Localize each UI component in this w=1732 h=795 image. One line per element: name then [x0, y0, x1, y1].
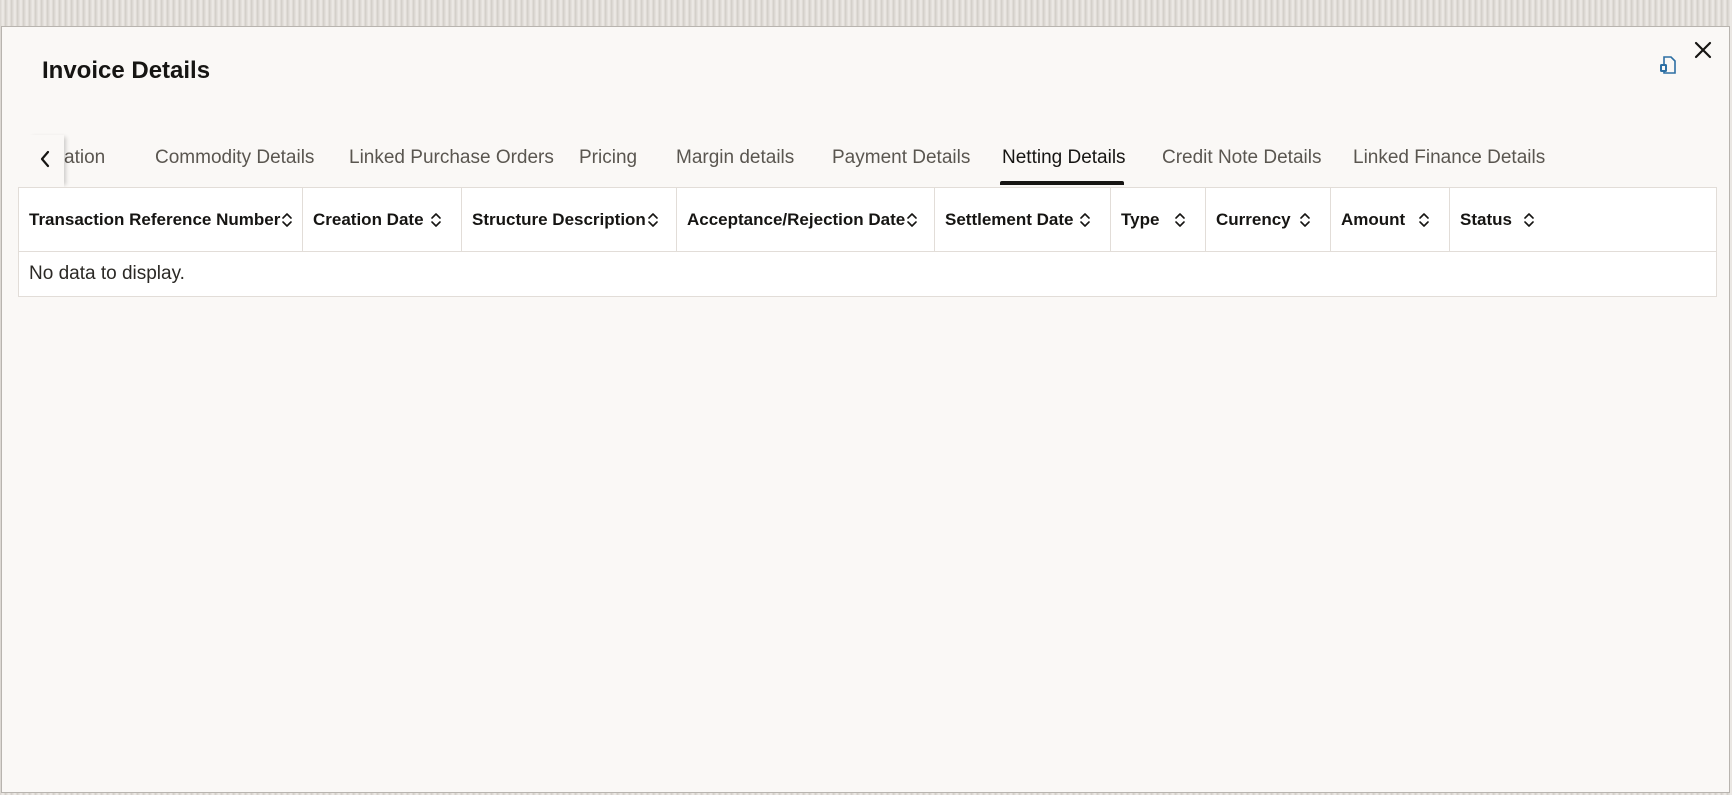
column-header-transaction-reference-number[interactable]: Transaction Reference Number	[19, 188, 303, 251]
tab-pricing[interactable]: Pricing	[579, 147, 637, 169]
column-header-status[interactable]: Status	[1450, 188, 1554, 251]
tab-credit-note-details[interactable]: Credit Note Details	[1162, 147, 1321, 169]
sort-icon[interactable]	[646, 211, 660, 229]
sort-icon[interactable]	[1298, 211, 1312, 229]
sort-icon[interactable]	[905, 211, 919, 229]
column-header-acceptance-rejection-date[interactable]: Acceptance/Rejection Date	[677, 188, 935, 251]
column-header-settlement-date[interactable]: Settlement Date	[935, 188, 1111, 251]
tabs-scroll-left-button[interactable]	[26, 135, 64, 187]
netting-details-table: Transaction Reference Number Creation Da…	[18, 187, 1717, 297]
sort-icon[interactable]	[1417, 211, 1431, 229]
sort-icon[interactable]	[280, 211, 294, 229]
dialog-title: Invoice Details	[42, 57, 211, 84]
tab-linked-finance-details[interactable]: Linked Finance Details	[1353, 147, 1545, 169]
column-header-creation-date[interactable]: Creation Date	[303, 188, 462, 251]
tab-margin-details[interactable]: Margin details	[676, 147, 794, 169]
tab-linked-purchase-orders[interactable]: Linked Purchase Orders	[349, 147, 554, 169]
chevron-left-icon	[39, 150, 51, 173]
active-tab-indicator	[1000, 181, 1124, 185]
column-header-amount[interactable]: Amount	[1331, 188, 1450, 251]
column-header-structure-description[interactable]: Structure Description	[462, 188, 677, 251]
empty-table-message: No data to display.	[29, 263, 185, 284]
tab-commodity-details[interactable]: Commodity Details	[155, 147, 314, 169]
sort-icon[interactable]	[1522, 211, 1536, 229]
tab-payment-details[interactable]: Payment Details	[832, 147, 970, 169]
table-header-row: Transaction Reference Number Creation Da…	[19, 188, 1716, 252]
tab-bar: ation Commodity Details Linked Purchase …	[16, 117, 1716, 187]
export-document-icon[interactable]	[1659, 55, 1677, 75]
invoice-details-dialog: Invoice Details ation Commodity Details …	[1, 26, 1730, 793]
close-icon[interactable]	[1690, 37, 1716, 63]
sort-icon[interactable]	[1173, 211, 1187, 229]
column-header-currency[interactable]: Currency	[1206, 188, 1331, 251]
column-header-type[interactable]: Type	[1111, 188, 1206, 251]
tab-valuation-partial[interactable]: ation	[64, 147, 105, 169]
sort-icon[interactable]	[1078, 211, 1092, 229]
tab-netting-details[interactable]: Netting Details	[1002, 147, 1126, 169]
sort-icon[interactable]	[429, 211, 443, 229]
